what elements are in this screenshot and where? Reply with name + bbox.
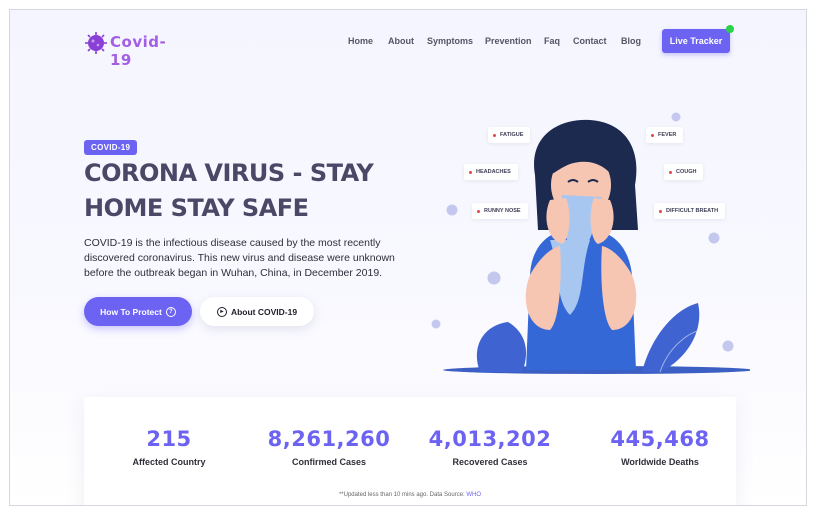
site-logo[interactable]: Covid-19 [84,31,166,69]
logo-text: Covid-19 [110,33,167,69]
live-tracker-label: Live Tracker [669,36,723,46]
hero-title: CORONA VIRUS - STAY HOME STAY SAFE [84,156,384,226]
data-source-link[interactable]: WHO [466,492,481,498]
hero-illustration: FATIGUE HEADACHES RUNNY NOSE FEVER COUGH… [410,100,753,380]
nav-prevention[interactable]: Prevention [485,36,532,46]
stat-label: Confirmed Cases [291,457,367,467]
nav-contact[interactable]: Contact [573,36,607,46]
play-circle-icon: ▸ [216,306,227,317]
stat-recovered-cases: 4,013,202 Recovered Cases [410,427,570,467]
question-circle-icon: ? [165,306,176,317]
symptom-tag-fatigue: FATIGUE [488,127,531,143]
nav-blog[interactable]: Blog [621,36,641,46]
update-note-text: **Updated less than 10 mins ago. Data So… [338,492,467,498]
stat-worldwide-deaths: 445,468 Worldwide Deaths [580,427,740,467]
about-covid-button[interactable]: ▸ About COVID-19 [200,297,314,326]
update-note: **Updated less than 10 mins ago. Data So… [84,492,736,498]
nav-about[interactable]: About [388,36,414,46]
stat-confirmed-cases: 8,261,260 Confirmed Cases [249,427,409,467]
stat-affected-country: 215 Affected Country [89,427,249,467]
how-to-protect-label: How To Protect [100,306,162,317]
symptom-tag-fever: FEVER [646,127,684,143]
stats-panel: 215 Affected Country 8,261,260 Confirmed… [84,397,736,505]
stat-value: 4,013,202 [428,427,552,451]
stat-label: Recovered Cases [452,457,528,467]
symptom-tag-cough: COUGH [664,164,704,180]
nav-symptoms[interactable]: Symptoms [427,36,473,46]
stat-value: 215 [146,427,192,451]
stat-label: Affected Country [132,457,206,467]
symptom-tag-runny-nose: RUNNY NOSE [472,203,528,219]
how-to-protect-button[interactable]: How To Protect ? [84,297,192,326]
sick-woman-illustration [431,112,753,374]
hero-title-line-1: CORONA VIRUS - STAY [84,159,374,187]
nav-home[interactable]: Home [348,36,373,46]
page-frame: Covid-19 Home About Symptoms Prevention … [9,9,807,506]
live-status-dot [726,25,734,33]
stat-value: 445,468 [610,427,710,451]
about-covid-label: About COVID-19 [230,306,298,317]
nav-faq[interactable]: Faq [544,36,560,46]
covid-badge: COVID-19 [84,140,138,155]
hero-description: COVID-19 is the infectious disease cause… [84,237,395,279]
symptom-tag-headaches: HEADACHES [464,164,518,180]
symptom-tag-difficult-breath: DIFFICULT BREATH [654,203,726,219]
stat-value: 8,261,260 [267,427,391,451]
hero-title-line-2: HOME STAY SAFE [84,194,309,222]
live-tracker-button[interactable]: Live Tracker [662,25,734,53]
stat-label: Worldwide Deaths [621,457,699,467]
